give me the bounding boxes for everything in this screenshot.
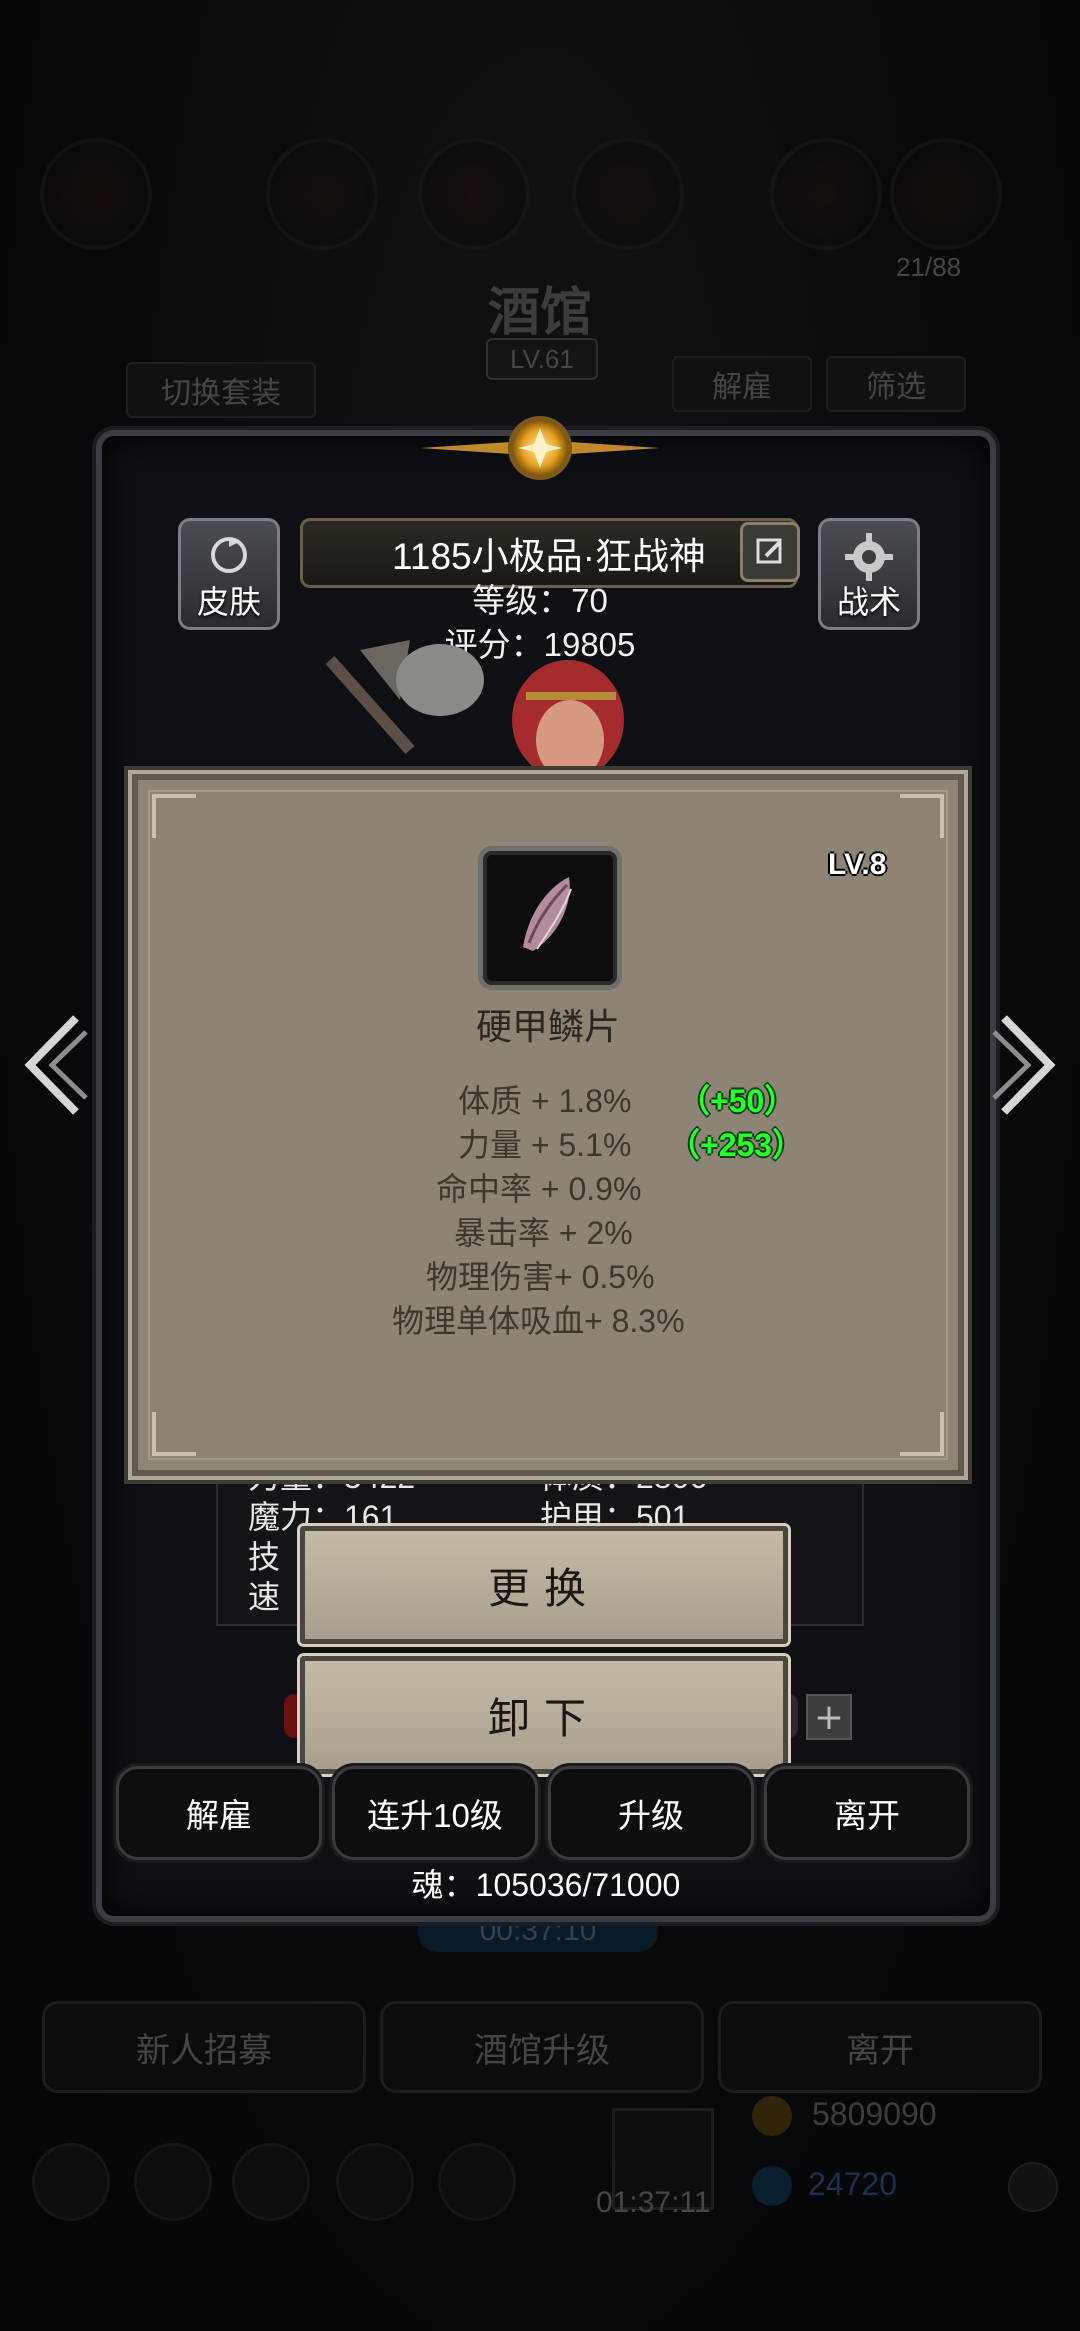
next-hero-arrow-icon[interactable] — [988, 1010, 1064, 1120]
plus-button[interactable]: + — [806, 1694, 852, 1740]
item-attribute: 力量 + 5.1% — [458, 1127, 632, 1163]
popup-corner — [900, 1412, 944, 1456]
upgrade-10-button[interactable]: 连升10级 — [332, 1766, 538, 1860]
item-attribute-bonus: （+50） — [678, 1083, 797, 1119]
item-attribute: 物理单体吸血+ 8.3% — [392, 1303, 685, 1339]
item-attribute: 命中率 + 0.9% — [436, 1171, 642, 1207]
crest-emblem-icon — [420, 416, 660, 480]
dismiss-button[interactable]: 解雇 — [116, 1766, 322, 1860]
item-level: LV.8 — [828, 848, 887, 881]
unequip-button[interactable]: 卸下 — [300, 1656, 788, 1774]
upgrade-button[interactable]: 升级 — [548, 1766, 754, 1860]
popup-corner — [152, 794, 196, 838]
hero-portrait — [325, 640, 624, 780]
item-attribute: 物理伤害+ 0.5% — [426, 1259, 655, 1295]
stat-speed: 速 — [248, 1579, 281, 1615]
item-icon-frame — [478, 846, 622, 990]
popup-corner — [900, 794, 944, 838]
previous-hero-arrow-icon[interactable] — [16, 1010, 92, 1120]
refresh-icon — [211, 537, 247, 573]
leave-button[interactable]: 离开 — [764, 1766, 970, 1860]
popup-corner — [152, 1412, 196, 1456]
item-name: 硬甲鳞片 — [475, 1006, 620, 1047]
armor-scale-icon — [523, 877, 572, 951]
item-attribute-bonus: （+253） — [668, 1127, 805, 1163]
hero-level: 等级：70 — [472, 582, 608, 619]
edit-icon — [756, 538, 782, 564]
replace-button[interactable]: 更换 — [300, 1526, 788, 1644]
item-detail-popup: LV.8 硬甲鳞片 体质 + 1.8% （+50） 力量 + 5.1% （+25… — [132, 774, 964, 1476]
edit-name-button[interactable] — [740, 522, 800, 582]
item-attribute: 体质 + 1.8% — [458, 1083, 632, 1119]
item-attribute: 暴击率 + 2% — [454, 1215, 633, 1251]
soul-counter: 魂：105036/71000 — [411, 1867, 681, 1903]
